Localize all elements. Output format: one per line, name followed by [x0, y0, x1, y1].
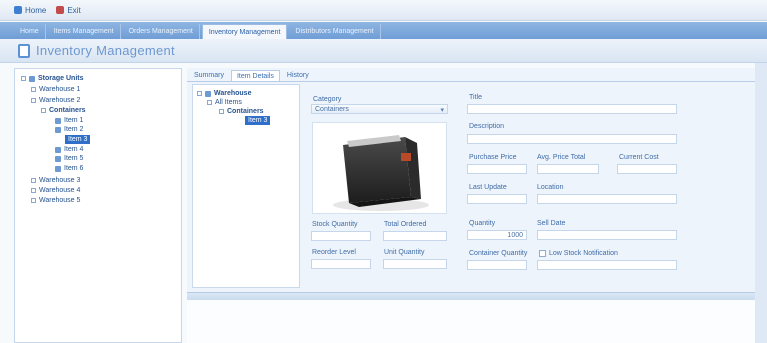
tree-node-label: Warehouse 4 [39, 187, 81, 194]
item-icon [55, 146, 61, 153]
tree-node-item-6[interactable]: Item 6 [55, 164, 83, 173]
tree-node-label: Item 3 [68, 136, 88, 143]
module-tab-strip: Home Items Management Orders Management … [0, 22, 767, 39]
expand-toggle-icon[interactable] [31, 188, 36, 193]
exit-menu-item[interactable]: Exit [56, 5, 81, 15]
tree-node-warehouse-4[interactable]: Warehouse 4 [31, 186, 80, 195]
unit-quantity-input[interactable] [383, 259, 447, 269]
expand-toggle-icon[interactable] [31, 198, 36, 203]
expand-toggle-icon[interactable] [31, 87, 36, 92]
low-stock-checkbox[interactable] [539, 250, 546, 257]
tree-node-label: Item 5 [64, 155, 84, 162]
container-quantity-input[interactable] [467, 260, 527, 270]
page-title: Inventory Management [36, 43, 175, 58]
tree-node-label: Item 2 [64, 126, 84, 133]
tree-node-warehouse-5[interactable]: Warehouse 5 [31, 196, 80, 205]
tree-node-label: Storage Units [38, 75, 84, 82]
avg-price-label: Avg. Price Total [537, 154, 586, 161]
stock-quantity-input[interactable] [311, 231, 371, 241]
tree-node-label: Item 4 [64, 146, 84, 153]
description-input[interactable] [467, 134, 677, 144]
tree-node-label: Item 1 [64, 117, 84, 124]
stock-quantity-label: Stock Quantity [312, 221, 358, 228]
exit-label: Exit [67, 5, 81, 15]
notification-input[interactable] [537, 260, 677, 270]
purchase-price-input[interactable] [467, 164, 527, 174]
tree-node-containers[interactable]: Containers [41, 106, 86, 115]
tree-node-item-5[interactable]: Item 5 [55, 154, 83, 163]
item-icon [55, 126, 61, 133]
exit-icon [56, 6, 65, 14]
location-input[interactable] [537, 194, 677, 204]
title-label: Title [469, 94, 482, 101]
tree-node-label: Containers [49, 107, 86, 114]
tab-items-management[interactable]: Items Management [48, 24, 121, 39]
expand-toggle-icon[interactable] [31, 178, 36, 183]
tab-inventory-management[interactable]: Inventory Management [201, 24, 288, 39]
total-ordered-input[interactable] [383, 231, 447, 241]
current-cost-label: Current Cost [619, 154, 659, 161]
title-input[interactable] [467, 104, 677, 114]
tree-node-label: Warehouse 3 [39, 177, 81, 184]
quantity-label: Quantity [469, 220, 496, 227]
collapse-toggle-icon[interactable] [31, 98, 36, 103]
item-icon [55, 155, 61, 162]
page-header: Inventory Management [0, 39, 767, 63]
tab-home[interactable]: Home [14, 24, 46, 39]
tree-node-item-1[interactable]: Item 1 [55, 116, 83, 125]
collapse-toggle-icon[interactable] [21, 76, 26, 81]
storage-icon [29, 75, 35, 82]
tree-node-label: Warehouse 1 [39, 86, 81, 93]
tree-node-item-4[interactable]: Item 4 [55, 145, 83, 154]
home-icon [14, 6, 22, 14]
last-update-input[interactable] [467, 194, 527, 204]
top-menu-bar: Home Exit [0, 0, 767, 21]
tree-node-storage-units[interactable]: Storage Units [21, 74, 84, 83]
collapse-toggle-icon[interactable] [41, 108, 46, 113]
content-pane: Summary Item Details History Warehouse A… [187, 68, 767, 343]
tree-node-item-2[interactable]: Item 2 [55, 125, 83, 134]
left-navigation-tree: Storage Units Warehouse 1 Warehouse 2 Co… [14, 68, 182, 343]
tree-node-item-3[interactable]: Item 3 [65, 135, 91, 144]
home-menu-item[interactable]: Home [14, 6, 46, 15]
sell-date-label: Sell Date [537, 220, 566, 227]
home-label: Home [25, 5, 47, 15]
location-label: Location [537, 184, 564, 191]
description-label: Description [469, 123, 505, 130]
avg-price-input[interactable] [537, 164, 599, 174]
tab-orders-management[interactable]: Orders Management [123, 24, 200, 39]
tree-node-warehouse-1[interactable]: Warehouse 1 [31, 85, 80, 94]
app-window: Home Exit Home Items Management Orders M… [0, 0, 767, 343]
tree-node-label: Warehouse 5 [39, 197, 81, 204]
unit-quantity-label: Unit Quantity [384, 249, 425, 256]
quantity-input[interactable]: 1000 [467, 230, 527, 240]
reorder-level-label: Reorder Level [312, 249, 356, 256]
last-update-label: Last Update [469, 184, 507, 191]
reorder-level-input[interactable] [311, 259, 371, 269]
tree-node-warehouse-3[interactable]: Warehouse 3 [31, 176, 80, 185]
sell-date-input[interactable] [537, 230, 677, 240]
total-ordered-label: Total Ordered [384, 221, 427, 228]
bottom-panel [187, 300, 767, 343]
inventory-icon [18, 43, 30, 58]
item-icon [55, 117, 61, 124]
low-stock-label: Low Stock Notification [549, 250, 618, 257]
tree-node-label: Item 6 [64, 165, 84, 172]
item-icon [55, 165, 61, 172]
purchase-price-label: Purchase Price [469, 154, 517, 161]
right-scroll-edge [755, 63, 767, 343]
container-quantity-label: Container Quantity [469, 250, 528, 257]
tree-node-warehouse-2[interactable]: Warehouse 2 [31, 96, 80, 105]
bottom-splitter[interactable] [187, 292, 767, 300]
tree-node-label: Warehouse 2 [39, 97, 81, 104]
tab-distributors-management[interactable]: Distributors Management [289, 24, 381, 39]
current-cost-input[interactable] [617, 164, 677, 174]
